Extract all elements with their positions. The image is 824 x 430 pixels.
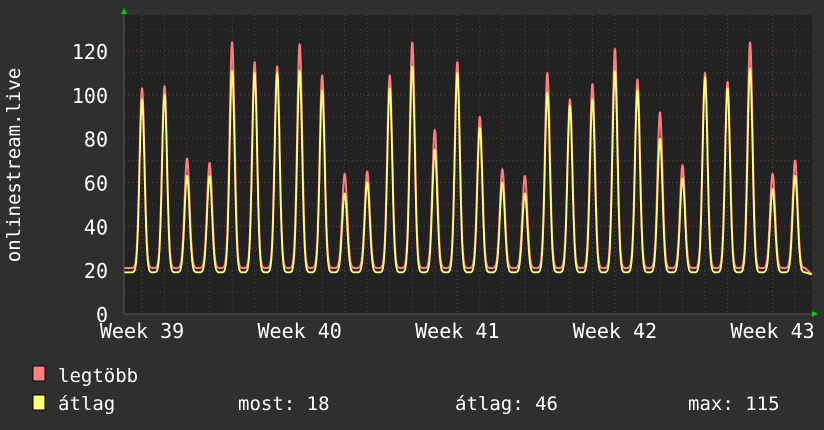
x-tick-label: Week 41 [415, 319, 499, 343]
legend-label-max: legtöbb [58, 365, 138, 387]
x-axis-arrow-icon [812, 311, 818, 317]
x-tick-label: Week 39 [100, 319, 184, 343]
legend-label-avg: átlag [58, 393, 115, 415]
stat-average: átlag: 46 [455, 393, 558, 415]
y-tick-label: 100 [72, 84, 108, 108]
y-axis-arrow-icon [121, 8, 127, 14]
y-tick-label: 60 [84, 172, 108, 196]
x-tick-label: Week 40 [258, 319, 342, 343]
traffic-chart: 020406080100120 Week 39 Week 40 Week 41 Wee… [3, 8, 818, 415]
y-tick-label: 40 [84, 215, 108, 239]
legend-swatch-max [32, 365, 46, 382]
stat-current: most: 18 [238, 393, 330, 415]
y-tick-labels: 020406080100120 [72, 40, 108, 327]
x-tick-labels: Week 39 Week 40 Week 41 Week 42 Week 43 [100, 319, 815, 343]
y-tick-label: 20 [84, 259, 108, 283]
stat-max: max: 115 [688, 393, 780, 415]
y-tick-label: 120 [72, 40, 108, 64]
legend-swatch-avg [32, 394, 46, 411]
y-axis-title: onlinestream.live [3, 68, 25, 262]
x-tick-label: Week 42 [573, 319, 657, 343]
chart-canvas: 0 20 40 60 80 100 120 Week 39 Week 40 Week 41 Wee… [0, 0, 824, 430]
x-tick-label: Week 43 [730, 319, 814, 343]
y-tick-label: 80 [84, 128, 108, 152]
